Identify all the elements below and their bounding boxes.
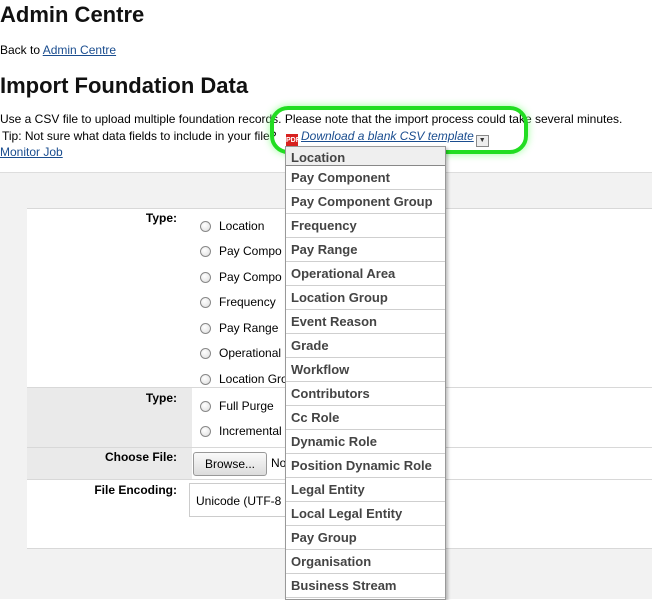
dropdown-item[interactable]: Location	[286, 147, 445, 166]
dropdown-item[interactable]: Pay Component Group	[286, 190, 445, 214]
dropdown-item[interactable]: Position Dynamic Role	[286, 454, 445, 478]
type-option-pay-range[interactable]: Pay Range	[200, 321, 278, 335]
download-template-link[interactable]: Download a blank CSV template	[301, 129, 474, 143]
file-encoding-label: File Encoding:	[94, 483, 177, 497]
choose-file-label: Choose File:	[104, 450, 177, 464]
dropdown-item[interactable]: Cc Role	[286, 406, 445, 430]
back-link-line: Back to Admin Centre	[0, 43, 116, 57]
type-option-pay-component[interactable]: Pay Compo	[200, 244, 282, 258]
dropdown-item[interactable]: Dynamic Role	[286, 430, 445, 454]
dropdown-item[interactable]: Frequency	[286, 214, 445, 238]
back-prefix: Back to	[0, 43, 43, 57]
file-encoding-select[interactable]: Unicode (UTF-8	[189, 483, 289, 517]
dropdown-item[interactable]: Contributors	[286, 382, 445, 406]
tip-text: Tip: Not sure what data fields to includ…	[2, 129, 277, 143]
purge-option-incremental[interactable]: Incremental	[200, 424, 282, 438]
dropdown-item[interactable]: Pay Component	[286, 166, 445, 190]
radio-button[interactable]	[200, 245, 211, 257]
type-option-location-group[interactable]: Location Gro	[200, 372, 288, 386]
dropdown-item[interactable]: Legal Entity	[286, 478, 445, 502]
type-option-frequency[interactable]: Frequency	[200, 295, 276, 309]
dropdown-item[interactable]: Operational Area	[286, 262, 445, 286]
browse-button[interactable]: Browse...	[193, 452, 267, 476]
page-description: Use a CSV file to upload multiple founda…	[0, 112, 623, 126]
radio-button[interactable]	[200, 296, 211, 308]
monitor-job-link[interactable]: Monitor Job	[0, 145, 63, 159]
dropdown-item[interactable]: Pay Group	[286, 526, 445, 550]
dropdown-item[interactable]: Grade	[286, 334, 445, 358]
dropdown-item[interactable]: Local Legal Entity	[286, 502, 445, 526]
template-download[interactable]: PDFDownload a blank CSV template ▼	[286, 129, 489, 147]
admin-centre-link[interactable]: Admin Centre	[43, 43, 116, 57]
purge-type-label: Type:	[145, 391, 177, 405]
dropdown-item[interactable]: Business Stream	[286, 574, 445, 598]
type-option-operational-area[interactable]: Operational	[200, 346, 281, 360]
purge-option-full[interactable]: Full Purge	[200, 399, 274, 413]
radio-button[interactable]	[200, 220, 211, 232]
dropdown-item[interactable]: Event Reason	[286, 310, 445, 334]
dropdown-item[interactable]: Workflow	[286, 358, 445, 382]
page-title: Import Foundation Data	[0, 73, 249, 98]
radio-button[interactable]	[200, 373, 211, 385]
type-option-location[interactable]: Location	[200, 219, 264, 233]
radio-button[interactable]	[200, 347, 211, 359]
radio-button[interactable]	[200, 400, 211, 412]
type-option-pay-component-group[interactable]: Pay Compo	[200, 270, 282, 284]
dropdown-item[interactable]: Organisation	[286, 550, 445, 574]
radio-button[interactable]	[200, 425, 211, 437]
dropdown-item[interactable]: Pay Range	[286, 238, 445, 262]
type-label: Type:	[145, 211, 177, 225]
admin-centre-title: Admin Centre	[0, 2, 145, 27]
radio-button[interactable]	[200, 322, 211, 334]
dropdown-item[interactable]: Location Group	[286, 286, 445, 310]
chevron-down-icon[interactable]: ▼	[475, 135, 489, 147]
radio-button[interactable]	[200, 271, 211, 283]
template-type-dropdown[interactable]: Location Pay Component Pay Component Gro…	[285, 146, 446, 600]
